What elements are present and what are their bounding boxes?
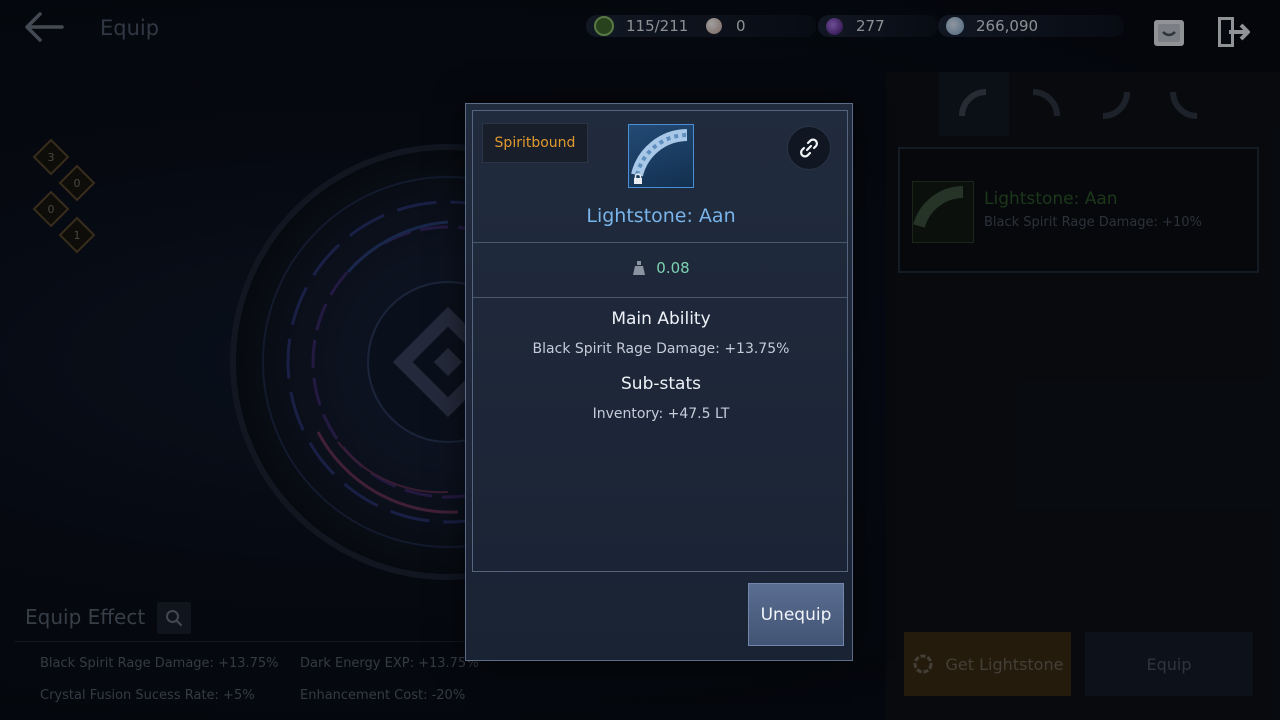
item-icon-frame <box>628 124 694 188</box>
main-ability-stat: Black Spirit Rage Damage: +13.75% <box>532 341 790 357</box>
unequip-button[interactable]: Unequip <box>748 583 844 646</box>
item-detail-frame: Spiritbound Lightstone: Aan 0.08 Main Ab… <box>472 110 848 572</box>
lock-icon <box>634 173 642 184</box>
main-ability-title: Main Ability <box>611 309 711 329</box>
link-button[interactable] <box>787 126 831 170</box>
item-name: Lightstone: Aan <box>586 205 736 227</box>
divider <box>473 297 847 298</box>
weight-row: 0.08 <box>473 259 849 277</box>
item-detail-modal: Spiritbound Lightstone: Aan 0.08 Main Ab… <box>465 103 853 661</box>
link-icon <box>800 138 818 158</box>
equip-screen: Equip 115/211 0 277 266,090 3 0 0 1 Equi… <box>0 0 1280 720</box>
substats-title: Sub-stats <box>621 374 701 394</box>
item-weight: 0.08 <box>656 259 690 277</box>
weight-icon <box>633 261 646 275</box>
divider <box>473 242 847 243</box>
substat-line: Inventory: +47.5 LT <box>592 406 730 422</box>
spiritbound-badge: Spiritbound <box>482 123 588 163</box>
